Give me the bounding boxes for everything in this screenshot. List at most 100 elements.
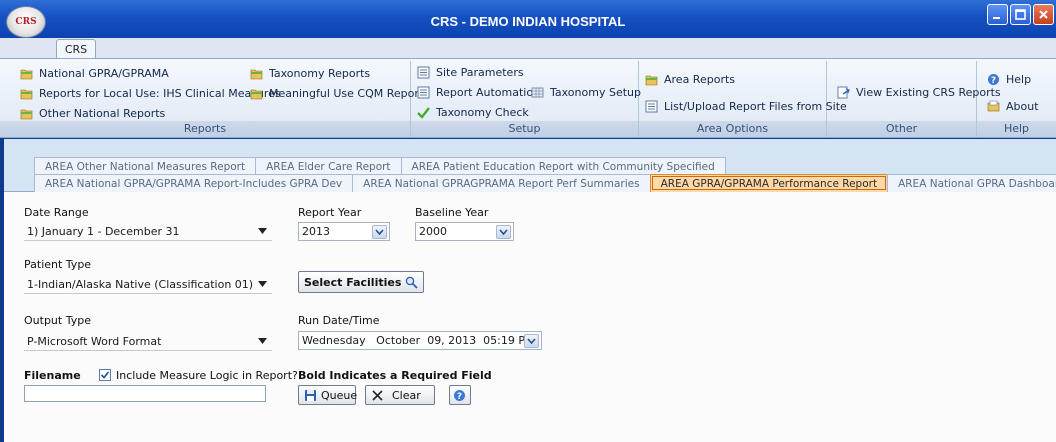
form-help-button[interactable]: ? — [449, 385, 471, 405]
meaningful-use-cqm-button[interactable]: Meaningful Use CQM Reports — [250, 87, 429, 100]
app-menu-button[interactable]: CRS — [6, 6, 46, 38]
help-button[interactable]: ? Help — [987, 73, 1031, 86]
ribbon-tab-bar: CRS — [0, 38, 1056, 58]
patient-type-label: Patient Type — [24, 258, 92, 271]
checkmark-icon — [100, 371, 110, 379]
checkmark-icon — [417, 107, 430, 119]
title-bar: CRS - DEMO INDIAN HOSPITAL — [0, 0, 1056, 38]
tab-area-national-gpra-dashboard[interactable]: AREA National GPRA Dashboard — [887, 174, 1056, 192]
run-datetime-label: Run Date/Time — [298, 314, 380, 327]
ribbon: National GPRA/GPRAMA Reports for Local U… — [0, 58, 1056, 138]
tab-row-2: AREA National GPRA/GPRAMA Report-Include… — [34, 174, 1056, 192]
required-field-note: Bold Indicates a Required Field — [298, 369, 492, 382]
document-area: AREA Other National Measures Report AREA… — [4, 139, 1056, 442]
tab-row-1: AREA Other National Measures Report AREA… — [34, 157, 726, 175]
group-label-area-options: Area Options — [639, 121, 826, 137]
filename-input[interactable] — [24, 385, 266, 402]
patient-type-value: 1-Indian/Alaska Native (Classification 0… — [27, 277, 254, 291]
chevron-down-icon — [496, 225, 511, 239]
ribbon-group-help: ? Help About Help — [977, 61, 1056, 137]
patient-type-dropdown[interactable]: 1-Indian/Alaska Native (Classification 0… — [24, 275, 272, 294]
folder-icon — [645, 75, 658, 86]
list-upload-report-files-button[interactable]: List/Upload Report Files from Site — [645, 100, 847, 113]
baseline-year-label: Baseline Year — [415, 206, 489, 219]
select-facilities-button[interactable]: Select Facilities — [298, 271, 425, 293]
date-range-label: Date Range — [24, 206, 89, 219]
minimize-icon — [993, 17, 1000, 19]
include-measure-logic-checkbox[interactable] — [99, 369, 111, 381]
taxonomy-reports-button[interactable]: Taxonomy Reports — [250, 67, 370, 80]
tab-area-elder-care[interactable]: AREA Elder Care Report — [255, 157, 402, 175]
svg-text:?: ? — [457, 392, 462, 402]
taxonomy-check-button[interactable]: Taxonomy Check — [417, 106, 529, 119]
ribbon-group-area-options: Area Reports List/Upload Report Files fr… — [639, 61, 847, 137]
maximize-button[interactable] — [1010, 4, 1031, 25]
chevron-down-icon — [255, 224, 270, 238]
tab-area-national-gpra-perf-summaries[interactable]: AREA National GPRAGPRAMA Report Perf Sum… — [352, 174, 651, 192]
report-form: Date Range 1) January 1 - December 31 Re… — [4, 193, 1056, 442]
group-label-setup: Setup — [411, 121, 638, 137]
svg-text:?: ? — [991, 76, 996, 86]
close-button[interactable] — [1033, 4, 1054, 25]
chevron-down-icon — [255, 334, 270, 348]
date-range-dropdown[interactable]: 1) January 1 - December 31 — [24, 222, 272, 241]
folder-icon — [20, 89, 33, 100]
area-reports-button[interactable]: Area Reports — [645, 73, 735, 86]
ribbon-group-other: View Existing CRS Reports Other — [827, 61, 1001, 137]
local-use-reports-button[interactable]: Reports for Local Use: IHS Clinical Meas… — [20, 87, 281, 100]
chevron-down-icon — [372, 225, 387, 239]
queue-button[interactable]: Queue — [298, 385, 357, 405]
output-type-value: P-Microsoft Word Format — [27, 334, 162, 348]
document-tab-strip: AREA Other National Measures Report AREA… — [4, 139, 1056, 192]
site-parameters-button[interactable]: Site Parameters — [417, 66, 524, 79]
taxonomy-setup-button[interactable]: Taxonomy Setup — [531, 86, 641, 99]
date-range-value: 1) January 1 - December 31 — [27, 224, 180, 238]
ribbon-group-reports: National GPRA/GPRAMA Reports for Local U… — [0, 61, 429, 137]
other-national-reports-button[interactable]: Other National Reports — [20, 107, 165, 120]
document-arrow-icon — [837, 86, 850, 99]
baseline-year-value: 2000 — [419, 225, 447, 238]
group-label-help: Help — [977, 121, 1056, 137]
about-icon — [987, 100, 1000, 112]
report-year-dropdown[interactable]: 2013 — [298, 222, 390, 241]
save-icon — [305, 389, 316, 401]
national-gpra-button[interactable]: National GPRA/GPRAMA — [20, 67, 169, 80]
app-logo: CRS — [15, 17, 37, 27]
run-datetime-picker[interactable]: Wednesday October 09, 2013 05:19 PM — [298, 331, 542, 350]
tab-area-national-gpra-includes-dev[interactable]: AREA National GPRA/GPRAMA Report-Include… — [34, 174, 354, 192]
include-measure-logic-label: Include Measure Logic in Report? — [116, 369, 298, 382]
minimize-button[interactable] — [987, 4, 1008, 25]
baseline-year-dropdown[interactable]: 2000 — [415, 222, 514, 241]
folder-icon — [250, 69, 263, 80]
help-icon: ? — [454, 389, 465, 402]
clear-button[interactable]: Clear — [365, 385, 435, 405]
form-icon — [417, 66, 430, 79]
report-automation-button[interactable]: Report Automation — [417, 86, 540, 99]
help-icon: ? — [988, 74, 999, 86]
folder-icon — [250, 89, 263, 100]
grid-icon — [531, 87, 544, 98]
chevron-down-icon — [255, 277, 270, 291]
close-icon — [1039, 10, 1048, 19]
folder-icon — [20, 69, 33, 80]
ribbon-group-setup: Site Parameters Report Automation Taxono… — [411, 61, 641, 137]
x-icon — [372, 389, 383, 401]
form-icon — [645, 100, 658, 113]
window-title: CRS - DEMO INDIAN HOSPITAL — [430, 14, 626, 29]
form-icon — [417, 86, 430, 99]
ribbon-tab-crs[interactable]: CRS — [56, 39, 96, 58]
folder-icon — [20, 109, 33, 120]
group-label-other: Other — [827, 121, 976, 137]
maximize-icon — [1015, 9, 1026, 20]
about-button[interactable]: About — [987, 100, 1039, 113]
tab-area-gpra-performance-report[interactable]: AREA GPRA/GPRAMA Performance Report — [649, 174, 889, 192]
output-type-dropdown[interactable]: P-Microsoft Word Format — [24, 332, 272, 351]
tab-area-other-national-measures[interactable]: AREA Other National Measures Report — [34, 157, 257, 175]
tab-area-patient-education[interactable]: AREA Patient Education Report with Commu… — [400, 157, 726, 175]
magnifier-icon — [406, 276, 419, 289]
output-type-label: Output Type — [24, 314, 91, 327]
filename-label: Filename — [24, 369, 81, 382]
run-datetime-value: Wednesday October 09, 2013 05:19 PM — [302, 334, 535, 347]
group-label-reports: Reports — [0, 121, 410, 137]
chevron-down-icon — [524, 334, 539, 348]
